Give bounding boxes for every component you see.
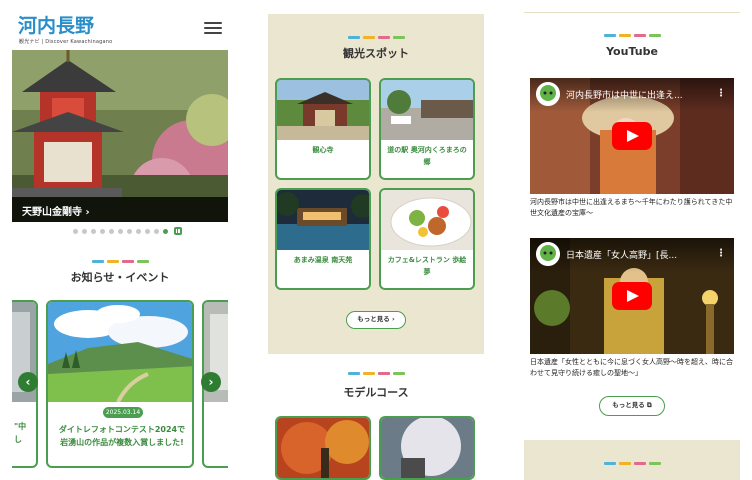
spots-section-title: 観光スポット — [343, 47, 409, 60]
channel-avatar[interactable] — [536, 242, 560, 266]
site-logo[interactable]: 河内長野 — [18, 14, 102, 36]
spot-image — [277, 190, 369, 250]
youtube-video-1[interactable]: 河内長野市は中世に出逢え... ⋮ — [530, 78, 734, 194]
slider-dot[interactable] — [72, 228, 78, 234]
carousel-next-button[interactable]: › — [201, 372, 221, 392]
pause-icon[interactable] — [173, 227, 182, 235]
spot-image — [381, 190, 473, 250]
carousel-prev-button[interactable]: ‹ — [18, 372, 38, 392]
hero-slider[interactable]: 天野山金剛寺 › — [12, 50, 228, 222]
youtube-section-title: YouTube — [606, 45, 658, 58]
spot-card[interactable]: 道の駅 奥河内くろまろの郷 — [379, 78, 475, 180]
video-description: 日本遺産「女性とともに今に息づく女人高野～時を超え、時に合わせて見守り続ける癒し… — [530, 358, 733, 377]
section-color-bars — [524, 462, 740, 465]
spot-label: カフェ&レストラン 歩絵夢 — [387, 256, 467, 276]
channel-avatar[interactable] — [536, 82, 560, 106]
mobile-home-panel: 河内長野 観光ナビ | Discover Kawachinagano 天野山金剛… — [12, 0, 228, 480]
course-card[interactable] — [275, 416, 371, 480]
spots-section: 観光スポット 観心寺 道の駅 奥河内くろまろの郷 あまみ温泉 南天苑 カフェ&レ… — [268, 14, 484, 354]
slider-dot[interactable] — [135, 228, 141, 234]
slider-dot[interactable] — [81, 228, 87, 234]
slider-dot[interactable] — [153, 228, 159, 234]
youtube-panel: YouTube 河内長野市は中世に出逢え... ⋮ 河内長野市は中世に出逢えるま… — [524, 0, 740, 480]
play-button-icon[interactable] — [612, 122, 652, 150]
news-card-image — [48, 302, 192, 403]
slider-dot[interactable] — [144, 228, 150, 234]
hero-caption[interactable]: 天野山金剛寺 › — [12, 197, 228, 222]
news-section-title: お知らせ・イベント — [70, 271, 170, 284]
news-card-prev-fragment: "中 し — [14, 422, 27, 444]
slider-dot-active[interactable] — [162, 228, 168, 234]
logo-subtitle: 観光ナビ | Discover Kawachinagano — [19, 39, 113, 45]
section-color-bars — [524, 34, 740, 37]
spot-image — [277, 80, 369, 140]
spot-label: あまみ温泉 南天苑 — [293, 256, 353, 264]
news-carousel: "中 し 2025.03.14 ダイトレフォトコンテスト2024で岩湧山の作品が… — [12, 300, 228, 468]
spot-image — [381, 80, 473, 140]
spots-more-button[interactable]: もっと見る › — [346, 311, 406, 329]
course-section-title: モデルコース — [343, 386, 409, 399]
divider — [524, 12, 740, 13]
section-color-bars — [268, 372, 484, 375]
next-section-bg — [524, 440, 740, 480]
youtube-video-2[interactable]: 日本遺産「女人高野」[長... ⋮ — [530, 238, 734, 354]
play-button-icon[interactable] — [612, 282, 652, 310]
site-header: 河内長野 観光ナビ | Discover Kawachinagano — [12, 0, 228, 48]
spot-card[interactable]: あまみ温泉 南天苑 — [275, 188, 371, 290]
spot-label: 道の駅 奥河内くろまろの郷 — [387, 146, 467, 166]
news-card[interactable]: 2025.03.14 ダイトレフォトコンテスト2024で岩湧山の作品が複数入賞し… — [46, 300, 194, 468]
slider-dot[interactable] — [108, 228, 114, 234]
news-date-badge: 2025.03.14 — [103, 407, 143, 418]
spot-card[interactable]: カフェ&レストラン 歩絵夢 — [379, 188, 475, 290]
slider-dot[interactable] — [126, 228, 132, 234]
video-description: 河内長野市は中世に出逢えるまち～千年にわたり護られてきた中世文化遺産の宝庫～ — [530, 198, 733, 217]
video-title[interactable]: 河内長野市は中世に出逢え... — [530, 78, 734, 112]
hamburger-icon[interactable] — [204, 22, 222, 34]
news-card-title: ダイトレフォトコンテスト2024で岩湧山の作品が複数入賞しました! — [58, 425, 186, 447]
section-color-bars — [268, 36, 484, 39]
slider-dot[interactable] — [117, 228, 123, 234]
spot-label: 観心寺 — [312, 146, 334, 154]
more-options-icon[interactable]: ⋮ — [716, 248, 726, 259]
svg-text:河内長野: 河内長野 — [18, 14, 94, 36]
slider-dot[interactable] — [90, 228, 96, 234]
more-options-icon[interactable]: ⋮ — [716, 88, 726, 99]
course-card[interactable] — [379, 416, 475, 480]
spot-card[interactable]: 観心寺 — [275, 78, 371, 180]
slider-dots — [12, 222, 228, 240]
spots-panel: 観光スポット 観心寺 道の駅 奥河内くろまろの郷 あまみ温泉 南天苑 カフェ&レ… — [268, 0, 484, 480]
youtube-more-button[interactable]: もっと見る ⧉ — [599, 396, 665, 416]
slider-dot[interactable] — [99, 228, 105, 234]
section-color-bars — [12, 260, 228, 263]
video-title[interactable]: 日本遺産「女人高野」[長... — [530, 238, 734, 272]
